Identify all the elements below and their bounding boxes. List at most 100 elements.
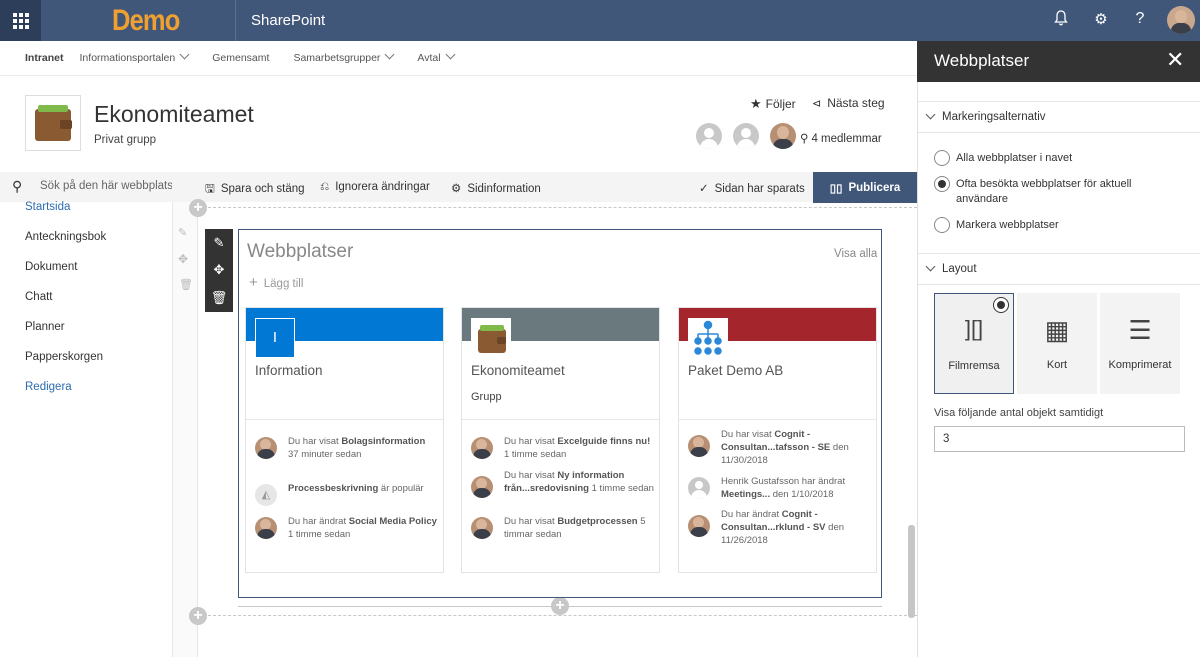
chevron-down-icon bbox=[384, 49, 395, 60]
selection-section-header[interactable]: Markeringsalternativ bbox=[918, 101, 1200, 133]
site-logo bbox=[471, 318, 511, 358]
radio-label: Markera webbplatser bbox=[956, 219, 1059, 231]
radio-frequent-sites[interactable] bbox=[934, 176, 950, 192]
filmstrip-icon: ][] bbox=[964, 316, 984, 341]
selected-indicator bbox=[993, 297, 1009, 313]
layout-section-header[interactable]: Layout bbox=[918, 253, 1200, 285]
avatar bbox=[688, 515, 710, 537]
radio-select-sites[interactable] bbox=[934, 217, 950, 233]
see-all-link[interactable]: Visa alla bbox=[834, 248, 877, 260]
chevron-down-icon bbox=[925, 109, 936, 120]
section-toolbar-rail bbox=[172, 202, 198, 657]
radio-label: Ofta besökta webbplatser för aktuell anv… bbox=[956, 178, 1132, 205]
avatar bbox=[471, 517, 493, 539]
site-logo bbox=[688, 318, 728, 358]
add-webpart-button[interactable]: + bbox=[551, 597, 569, 615]
help-icon[interactable]: ? bbox=[1130, 10, 1150, 28]
nav-intranet[interactable]: Intranet bbox=[25, 52, 64, 64]
member-avatar[interactable] bbox=[696, 123, 722, 149]
add-site-button[interactable]: + Lägg till bbox=[249, 274, 303, 291]
checkmark-icon: ✓ bbox=[699, 183, 709, 195]
chevron-down-icon bbox=[925, 261, 936, 272]
card-subtitle: Grupp bbox=[471, 391, 502, 403]
avatar bbox=[255, 517, 277, 539]
site-title[interactable]: Ekonomiteamet bbox=[94, 101, 254, 128]
saved-status: ✓ Sidan har sparats bbox=[699, 183, 805, 195]
radio-all-sites[interactable] bbox=[934, 150, 950, 166]
app-name[interactable]: SharePoint bbox=[251, 12, 325, 29]
move-icon[interactable]: ✥ bbox=[205, 262, 233, 278]
site-logo: I bbox=[255, 318, 295, 358]
webpart-title[interactable]: Webbplatser bbox=[247, 241, 353, 263]
site-classification: Privat grupp bbox=[94, 134, 157, 146]
site-card-paket-demo[interactable]: Paket Demo AB Du har visat Cognit - Cons… bbox=[678, 307, 877, 573]
tag-icon: ⊲ bbox=[812, 98, 822, 110]
page-details-button[interactable]: ⚙ Sidinformation bbox=[451, 181, 541, 195]
avatar bbox=[688, 477, 710, 499]
image-icon: ◭ bbox=[255, 484, 277, 506]
close-icon[interactable]: ✕ bbox=[1166, 47, 1184, 73]
nav-item-planner[interactable]: Planner bbox=[25, 321, 65, 333]
site-card-ekonomiteamet[interactable]: Ekonomiteamet Grupp Du har visat Excelgu… bbox=[461, 307, 660, 573]
nav-item-chatt[interactable]: Chatt bbox=[25, 291, 53, 303]
discard-button[interactable]: ⎌ Ignorera ändringar bbox=[320, 181, 430, 194]
edit-icon[interactable]: ✎ bbox=[205, 235, 233, 251]
star-icon: ★ bbox=[750, 96, 762, 111]
nav-item-papperskorgen[interactable]: Papperskorgen bbox=[25, 351, 103, 363]
add-section-button[interactable]: + bbox=[189, 199, 207, 217]
layout-compact[interactable]: ☰ Komprimerat bbox=[1100, 293, 1180, 394]
edit-section-icon[interactable]: ✎ bbox=[178, 226, 187, 239]
layout-filmstrip[interactable]: ][] Filmremsa bbox=[934, 293, 1014, 394]
plus-icon: + bbox=[249, 274, 258, 291]
nav-item-anteckningsbok[interactable]: Anteckningsbok bbox=[25, 231, 106, 243]
save-close-button[interactable]: 🖫 Spara och stäng bbox=[205, 181, 305, 200]
property-pane-title: Webbplatser bbox=[934, 51, 1030, 70]
delete-icon[interactable]: 🗑 bbox=[205, 290, 233, 306]
search-icon: ⚲ bbox=[12, 178, 23, 194]
app-launcher-icon[interactable] bbox=[0, 0, 41, 41]
nav-gemensamt[interactable]: Gemensamt bbox=[212, 52, 269, 64]
gear-icon[interactable]: ⚙ bbox=[1091, 10, 1111, 28]
left-navigation bbox=[0, 172, 172, 657]
publish-icon: ▯▯ bbox=[829, 182, 843, 195]
suite-bar bbox=[0, 0, 1200, 41]
user-avatar[interactable] bbox=[1167, 6, 1195, 34]
publish-button[interactable]: ▯▯ Publicera bbox=[813, 172, 917, 203]
org-chart-icon bbox=[694, 320, 722, 355]
members-button[interactable]: ⚲ 4 medlemmar bbox=[800, 131, 882, 145]
nav-informationsportalen[interactable]: Informationsportalen bbox=[80, 49, 190, 64]
nav-item-dokument[interactable]: Dokument bbox=[25, 261, 77, 273]
radio-label: Alla webbplatser i navet bbox=[956, 152, 1073, 164]
bell-icon[interactable] bbox=[1051, 10, 1071, 30]
layout-cards[interactable]: ▦ Kort bbox=[1017, 293, 1097, 394]
nav-item-redigera[interactable]: Redigera bbox=[25, 381, 72, 393]
nav-samarbetsgrupper[interactable]: Samarbetsgrupper bbox=[293, 49, 395, 64]
nav-item-startsida[interactable]: Startsida bbox=[25, 201, 70, 213]
avatar bbox=[471, 437, 493, 459]
section-divider bbox=[198, 615, 917, 616]
next-step-button[interactable]: ⊲ Nästa steg bbox=[812, 96, 885, 110]
card-title: Information bbox=[255, 363, 323, 378]
gear-icon: ⚙ bbox=[451, 183, 462, 195]
count-input[interactable]: 3 bbox=[934, 426, 1185, 452]
scrollbar[interactable] bbox=[908, 525, 915, 618]
site-logo[interactable] bbox=[25, 95, 81, 151]
save-icon: 🖫 bbox=[205, 183, 215, 195]
discard-icon: ⎌ bbox=[320, 181, 330, 193]
chevron-down-icon bbox=[445, 49, 456, 60]
person-icon: ⚲ bbox=[800, 133, 809, 145]
move-section-icon[interactable]: ✥ bbox=[178, 252, 188, 266]
nav-avtal[interactable]: Avtal bbox=[417, 49, 456, 64]
tenant-logo[interactable]: Demo bbox=[112, 4, 180, 38]
section-divider bbox=[198, 207, 917, 208]
member-avatar[interactable] bbox=[770, 123, 796, 149]
follow-button[interactable]: ★ Följer bbox=[750, 96, 796, 112]
site-card-information[interactable]: I Information Du har visat Bolagsinforma… bbox=[245, 307, 444, 573]
delete-section-icon[interactable]: 🗑 bbox=[179, 278, 193, 291]
count-label: Visa följande antal objekt samtidigt bbox=[934, 407, 1104, 419]
avatar bbox=[471, 476, 493, 498]
member-avatar[interactable] bbox=[733, 123, 759, 149]
add-section-button[interactable]: + bbox=[189, 607, 207, 625]
search-input[interactable]: Sök på den här webbplats bbox=[0, 172, 172, 202]
chevron-down-icon bbox=[179, 49, 190, 60]
